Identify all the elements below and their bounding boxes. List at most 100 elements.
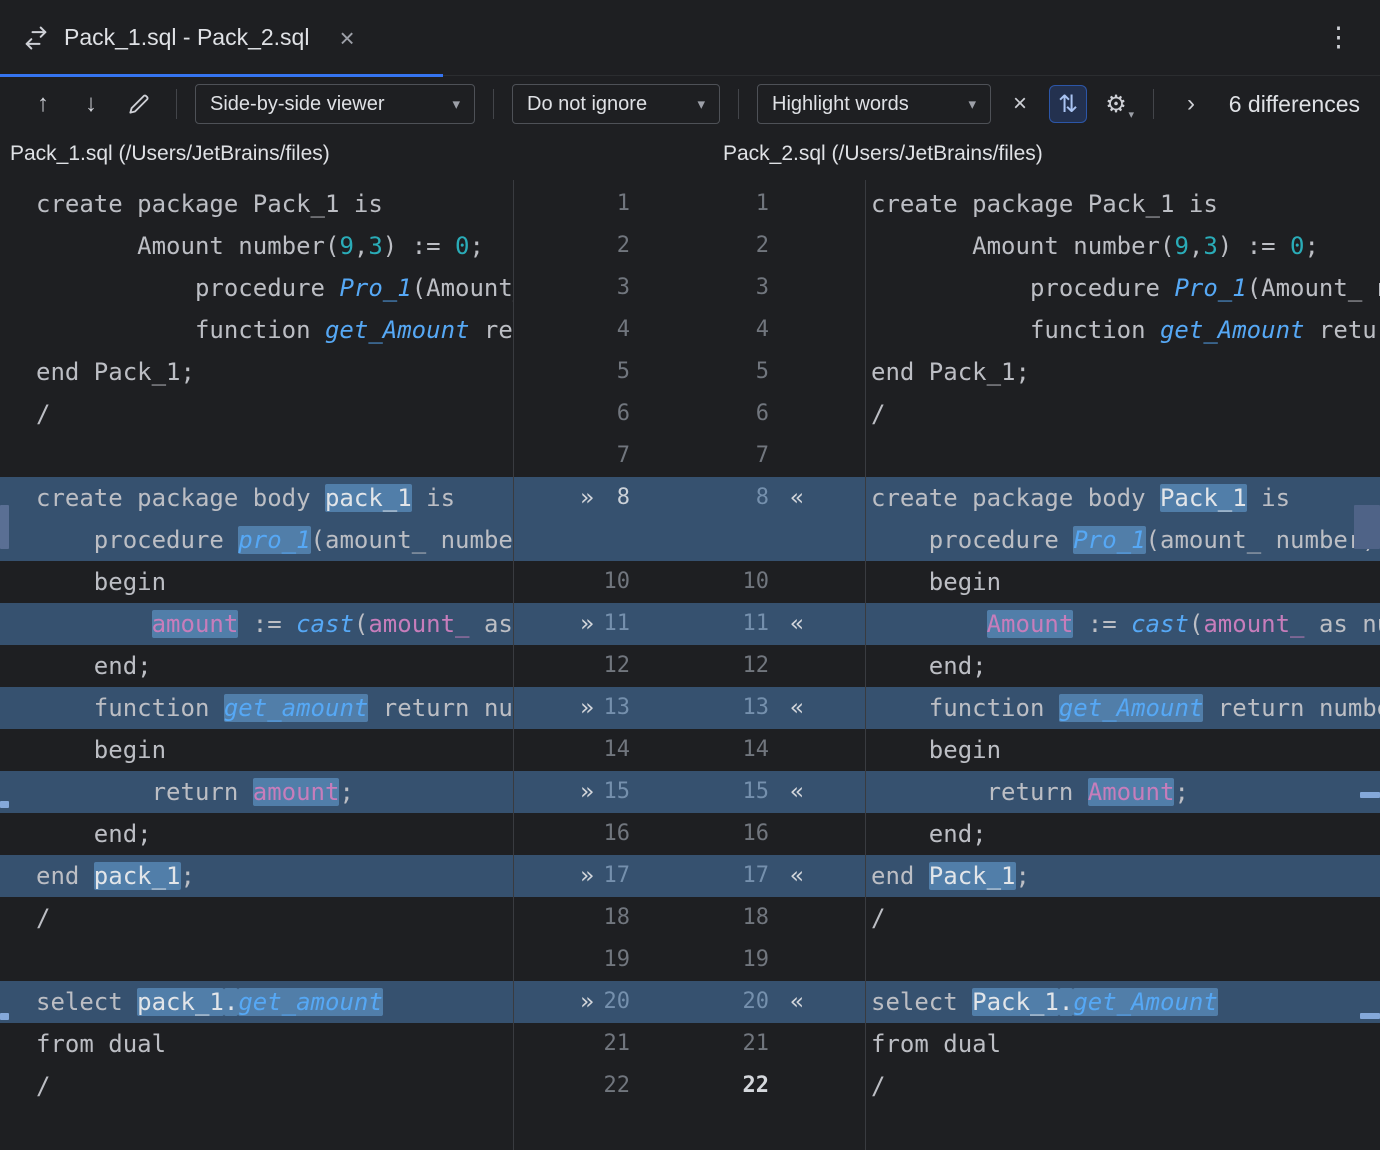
line-number-right: 15 (514, 771, 769, 813)
code-line-right-1[interactable]: create package Pack_1 is (866, 183, 1380, 225)
code-line-right-10[interactable]: begin (866, 561, 1380, 603)
code-line-left-20[interactable]: select pack_1.get_amount (0, 981, 513, 1023)
code-line-right-6[interactable]: / (866, 393, 1380, 435)
code-line-left-18[interactable]: / (0, 897, 513, 939)
change-marker[interactable] (0, 801, 9, 808)
code-line-left-13[interactable]: function get_amount return number is (0, 687, 513, 729)
code-token: end Pack_1; (871, 358, 1030, 386)
previous-difference-button[interactable]: ↑ (24, 85, 62, 123)
code-line-right-19[interactable] (866, 939, 1380, 981)
change-marker[interactable] (0, 505, 9, 549)
code-line-right-5[interactable]: end Pack_1; (866, 351, 1380, 393)
code-line-left-15[interactable]: return amount; (0, 771, 513, 813)
apply-change-icon[interactable]: « (780, 603, 814, 645)
code-line-right-4[interactable]: function get_Amount return number; (866, 309, 1380, 351)
code-token: get_Amount (1160, 316, 1305, 344)
code-line-left-7[interactable] (0, 435, 513, 477)
changed-word: Pro_1 (1073, 526, 1145, 554)
highlight-mode-dropdown[interactable]: Highlight words ▾ (757, 84, 991, 124)
code-token: ) := (1218, 232, 1290, 260)
ignore-policy-dropdown[interactable]: Do not ignore ▾ (512, 84, 720, 124)
more-options-icon[interactable]: ⋮ (1325, 22, 1352, 53)
code-token: function (36, 694, 224, 722)
code-line-right-7[interactable] (866, 435, 1380, 477)
arrow-down-icon: ↓ (85, 90, 97, 118)
apply-change-icon[interactable]: « (780, 855, 814, 897)
collapse-unchanged-button[interactable]: × (1001, 85, 1039, 123)
left-file-path: Pack_1.sql (/Users/JetBrains/files) (10, 142, 330, 166)
code-line-left-8[interactable]: create package body pack_1 is (0, 477, 513, 519)
code-line-right-21[interactable]: from dual (866, 1023, 1380, 1065)
code-line-right-15[interactable]: return Amount; (866, 771, 1380, 813)
viewer-mode-label: Side-by-side viewer (210, 93, 385, 116)
tab-title: Pack_1.sql - Pack_2.sql (64, 24, 309, 51)
edit-button[interactable] (120, 85, 158, 123)
code-line-left-16[interactable]: end; (0, 813, 513, 855)
code-token: is (412, 484, 455, 512)
code-line-right-17[interactable]: end Pack_1; (866, 855, 1380, 897)
right-editor[interactable]: create package Pack_1 is Amount number(9… (866, 180, 1380, 1150)
code-line-right-14[interactable]: begin (866, 729, 1380, 771)
code-line-left-6[interactable]: / (0, 393, 513, 435)
code-line-left-5[interactable]: end Pack_1; (0, 351, 513, 393)
code-token: select (36, 988, 137, 1016)
code-line-left-17[interactable]: end pack_1; (0, 855, 513, 897)
apply-change-icon[interactable]: « (780, 477, 814, 519)
settings-button[interactable]: ⚙ ▾ (1097, 85, 1135, 123)
code-line-right-3[interactable]: procedure Pro_1(Amount_ number); (866, 267, 1380, 309)
code-line-right-20[interactable]: select Pack_1.get_Amount (866, 981, 1380, 1023)
code-line-left-1[interactable]: create package Pack_1 is (0, 183, 513, 225)
code-line-left-14[interactable]: begin (0, 729, 513, 771)
synchronize-scrolling-button[interactable]: ⇅ (1049, 85, 1087, 123)
pencil-icon (126, 91, 152, 117)
apply-change-icon[interactable]: « (780, 981, 814, 1023)
code-line-right-13[interactable]: function get_Amount return number is (866, 687, 1380, 729)
expand-toolbar-button[interactable]: › (1172, 85, 1210, 123)
code-line-left-21[interactable]: from dual (0, 1023, 513, 1065)
changed-word: amount (152, 610, 239, 638)
code-line-right-16[interactable]: end; (866, 813, 1380, 855)
code-line-left-9[interactable]: procedure pro_1(amount_ number) is (0, 519, 513, 561)
code-line-left-10[interactable]: begin (0, 561, 513, 603)
toolbar-separator (176, 89, 177, 119)
tab-close-icon[interactable]: × (339, 25, 354, 51)
code-line-left-22[interactable]: / (0, 1065, 513, 1107)
code-line-left-19[interactable] (0, 939, 513, 981)
viewer-mode-dropdown[interactable]: Side-by-side viewer ▾ (195, 84, 475, 124)
code-line-right-18[interactable]: / (866, 897, 1380, 939)
code-line-right-22[interactable]: / (866, 1065, 1380, 1107)
apply-change-icon[interactable]: « (780, 687, 814, 729)
gutter-row-8: »88« (514, 477, 865, 519)
changed-word: . (1059, 988, 1073, 1016)
change-marker[interactable] (0, 1013, 9, 1020)
code-line-right-12[interactable]: end; (866, 645, 1380, 687)
code-line-left-4[interactable]: function get_Amount return number; (0, 309, 513, 351)
code-line-left-11[interactable]: amount := cast(amount_ as number); (0, 603, 513, 645)
line-number-right: 22 (514, 1065, 769, 1107)
code-line-left-2[interactable]: Amount number(9,3) := 0; (0, 225, 513, 267)
change-marker[interactable] (1360, 1013, 1380, 1019)
code-token: (Amount_ number); (1247, 274, 1380, 302)
code-line-left-3[interactable]: procedure Pro_1(Amount_ number); (0, 267, 513, 309)
change-marker[interactable] (1360, 792, 1380, 798)
gear-icon: ⚙ (1105, 90, 1127, 119)
gutter-row-19: 1919 (514, 939, 865, 981)
code-line-right-2[interactable]: Amount number(9,3) := 0; (866, 225, 1380, 267)
change-marker[interactable] (1354, 505, 1380, 549)
line-number-right: 19 (514, 939, 769, 981)
apply-change-icon[interactable]: « (780, 771, 814, 813)
gutter-row-3: 33 (514, 267, 865, 309)
code-line-right-9[interactable]: procedure Pro_1(amount_ number) is (866, 519, 1380, 561)
code-line-right-8[interactable]: create package body Pack_1 is (866, 477, 1380, 519)
diff-tab[interactable]: Pack_1.sql - Pack_2.sql × (0, 0, 367, 75)
code-line-right-11[interactable]: Amount := cast(amount_ as number); (866, 603, 1380, 645)
code-token: from dual (871, 1030, 1001, 1058)
code-token: return number; (1304, 316, 1380, 344)
left-editor[interactable]: create package Pack_1 is Amount number(9… (0, 180, 513, 1150)
next-difference-button[interactable]: ↓ (72, 85, 110, 123)
code-line-left-12[interactable]: end; (0, 645, 513, 687)
code-token: , (354, 232, 368, 260)
code-token: procedure (36, 526, 238, 554)
code-token: get_Amount (325, 316, 470, 344)
code-token: amount_ (368, 610, 469, 638)
